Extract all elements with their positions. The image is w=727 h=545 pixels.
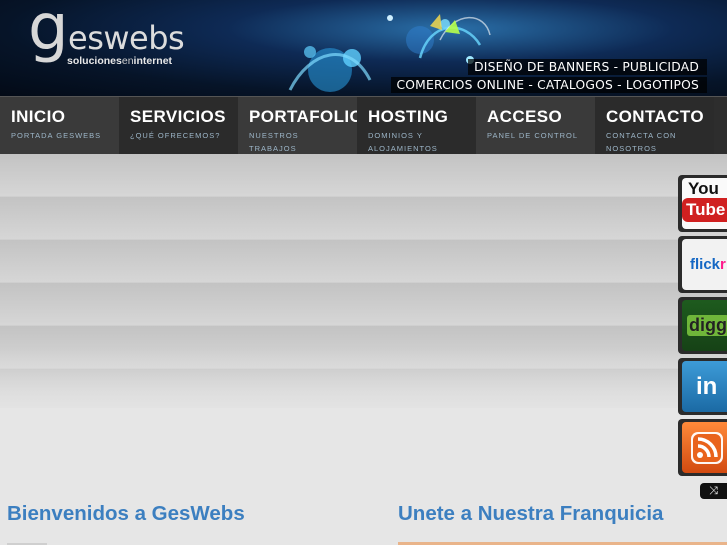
- digg-link[interactable]: digg: [678, 297, 727, 354]
- logo-wordmark: eswebs: [68, 19, 185, 57]
- tagline-line-2: COMERCIOS ONLINE - CATALOGOS - LOGOTIPOS: [390, 77, 707, 93]
- logo-tagline: solucioneseninternet: [67, 55, 172, 67]
- nav-item-inicio[interactable]: INICIO PORTADA GESWEBS: [0, 97, 119, 154]
- nav-item-subtitle: PORTADA GESWEBS: [11, 131, 102, 140]
- nav-item-contacto[interactable]: CONTACTO CONTACTA CON NOSOTROS: [595, 97, 714, 154]
- nav-item-title: SERVICIOS: [130, 107, 226, 126]
- nav-item-subtitle: NUESTROS TRABAJOS: [249, 131, 299, 153]
- nav-item-subtitle: DOMINIOS Y ALOJAMIENTOS: [368, 131, 438, 153]
- banner-slideshow: [0, 154, 727, 408]
- rss-icon: [682, 422, 727, 473]
- rss-link[interactable]: [678, 419, 727, 476]
- youtube-link[interactable]: You Tube: [678, 175, 727, 232]
- social-sidebar: You Tube flick r digg in: [678, 175, 727, 480]
- linkedin-icon: in: [682, 361, 727, 412]
- flickr-text-pink: r: [720, 256, 726, 273]
- header-tagline: DISEÑO DE BANNERS - PUBLICIDAD COMERCIOS…: [390, 58, 707, 94]
- flickr-icon: flick r: [682, 239, 727, 290]
- logo-tag-part: internet: [133, 55, 173, 67]
- digg-text: digg: [687, 315, 727, 336]
- main-nav: INICIO PORTADA GESWEBS SERVICIOS ¿QUÉ OF…: [0, 96, 727, 154]
- nav-item-hosting[interactable]: HOSTING DOMINIOS Y ALOJAMIENTOS: [357, 97, 476, 154]
- logo-tag-part: en: [121, 55, 134, 67]
- nav-item-subtitle: CONTACTA CON NOSOTROS: [606, 131, 677, 153]
- rss-glyph: [691, 431, 723, 464]
- tagline-line-1: DISEÑO DE BANNERS - PUBLICIDAD: [468, 59, 707, 75]
- nav-item-title: ACCESO: [487, 107, 563, 126]
- welcome-heading: Bienvenidos a GesWebs: [7, 502, 245, 525]
- youtube-you-text: You: [688, 179, 719, 198]
- nav-item-title: PORTAFOLIO: [249, 107, 364, 126]
- youtube-icon: You Tube: [682, 178, 727, 229]
- franchise-heading: Unete a Nuestra Franquicia: [398, 502, 664, 525]
- nav-item-title: CONTACTO: [606, 107, 704, 126]
- logo-mark: g: [28, 0, 69, 65]
- linkedin-link[interactable]: in: [678, 358, 727, 415]
- shuffle-icon[interactable]: ⤨: [700, 483, 727, 499]
- digg-icon: digg: [682, 300, 727, 351]
- site-header: g eswebs solucioneseninternet DISEÑO DE …: [0, 0, 727, 96]
- nav-item-title: INICIO: [11, 107, 66, 126]
- nav-item-subtitle: ¿QUÉ OFRECEMOS?: [130, 131, 221, 140]
- linkedin-text: in: [696, 372, 718, 400]
- nav-item-acceso[interactable]: ACCESO PANEL DE CONTROL: [476, 97, 595, 154]
- flickr-link[interactable]: flick r: [678, 236, 727, 293]
- nav-item-servicios[interactable]: SERVICIOS ¿QUÉ OFRECEMOS?: [119, 97, 238, 154]
- youtube-tube-text: Tube: [682, 198, 727, 222]
- flickr-text-blue: flick: [690, 256, 721, 273]
- nav-item-subtitle: PANEL DE CONTROL: [487, 131, 579, 140]
- logo-tag-part: soluciones: [67, 55, 122, 67]
- nav-item-title: HOSTING: [368, 107, 449, 126]
- nav-item-portafolio[interactable]: PORTAFOLIO NUESTROS TRABAJOS: [238, 97, 364, 154]
